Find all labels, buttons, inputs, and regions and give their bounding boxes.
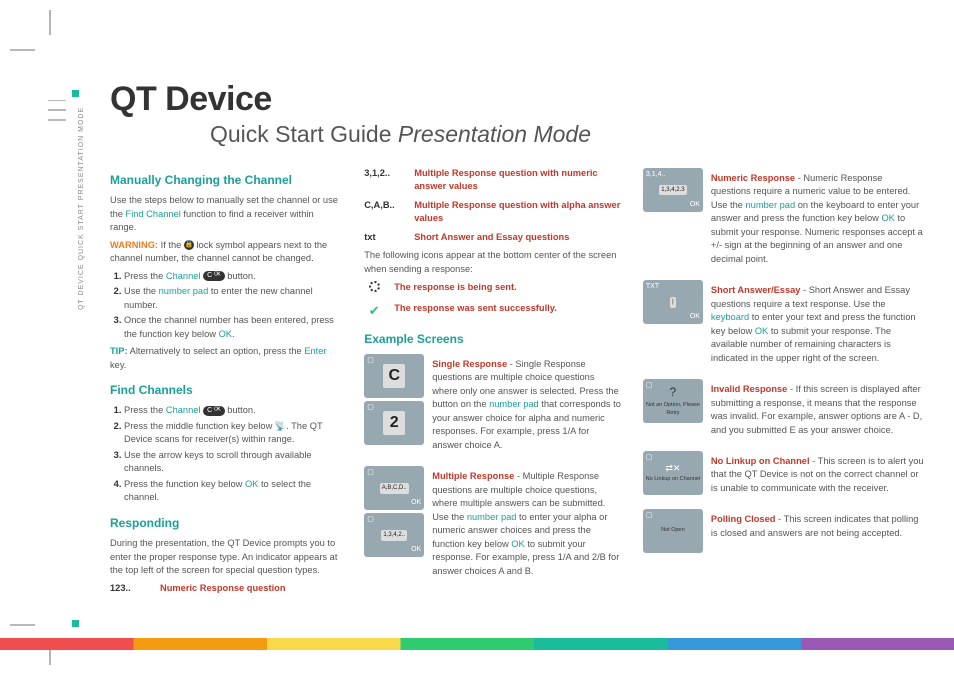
tip-text: TIP: Alternatively to select an option, … xyxy=(110,345,342,372)
crop-tick xyxy=(48,100,68,128)
thumb-closed: ▢ Not Open xyxy=(643,509,703,553)
example-nolinkup: ▢ ⇄✕ No Linkup on Channel No Linkup on C… xyxy=(643,451,924,499)
legend-multi-alpha: C,A,B.. Multiple Response question with … xyxy=(364,199,621,226)
page-content: QT Device Quick Start Guide Presentation… xyxy=(110,80,924,625)
channel-button-icon: C ᴼᴷ xyxy=(203,271,225,281)
icon-sending: The response is being sent. xyxy=(364,281,621,296)
subtitle-plain: Quick Start Guide xyxy=(210,121,398,147)
responding-text: During the presentation, the QT Device p… xyxy=(110,537,342,577)
thumb-invalid: ▢ ? Not an Option, Please Retry xyxy=(643,379,703,423)
subtitle-em: Presentation Mode xyxy=(398,121,591,147)
rainbow-footer xyxy=(0,638,954,650)
find-steps: Press the Channel C ᴼᴷ button. Press the… xyxy=(110,404,342,504)
channel-button-icon: C ᴼᴷ xyxy=(203,406,225,416)
example-single-response: ▢C ▢2 Single Response - Single Response … xyxy=(364,354,621,456)
heading-find-channels: Find Channels xyxy=(110,382,342,399)
antenna-icon: 📡 xyxy=(275,420,286,433)
heading-responding: Responding xyxy=(110,515,342,532)
example-polling-closed: ▢ Not Open Polling Closed - This screen … xyxy=(643,509,924,553)
legend-short-answer: txt Short Answer and Essay questions xyxy=(364,231,621,244)
thumb-nolinkup: ▢ ⇄✕ No Linkup on Channel xyxy=(643,451,703,495)
column-2: 3,1,2.. Multiple Response question with … xyxy=(364,162,621,601)
side-label: QT DEVICE QUICK START PRESENTATION MODE xyxy=(78,107,85,310)
icons-intro: The following icons appear at the bottom… xyxy=(364,249,621,276)
icon-sent: ✔ The response was sent successfully. xyxy=(364,302,621,321)
thumb-single-2: ▢2 xyxy=(364,401,424,445)
page-subtitle: Quick Start Guide Presentation Mode xyxy=(210,121,924,148)
legend-numeric: 123.. Numeric Response question xyxy=(110,582,342,595)
legend-multi-num: 3,1,2.. Multiple Response question with … xyxy=(364,167,621,194)
heading-manual-channel: Manually Changing the Channel xyxy=(110,172,342,189)
check-icon: ✔ xyxy=(364,302,384,321)
manual-intro: Use the steps below to manually set the … xyxy=(110,194,342,234)
thumb-numeric: 3,1,4.. 1,3,4,2.3 OK xyxy=(643,168,703,212)
example-short-answer: TXT | OK Short Answer/Essay - Short Answ… xyxy=(643,280,924,369)
example-numeric: 3,1,4.. 1,3,4,2.3 OK Numeric Response - … xyxy=(643,168,924,270)
page-title: QT Device xyxy=(110,80,924,119)
heading-example-screens: Example Screens xyxy=(364,331,621,348)
warning-text: WARNING: If the 🔒 lock symbol appears ne… xyxy=(110,239,342,266)
thumb-multi-num: ▢1,3,4,2..OK xyxy=(364,513,424,557)
column-3: 3,1,4.. 1,3,4,2.3 OK Numeric Response - … xyxy=(643,162,924,601)
lock-icon: 🔒 xyxy=(184,240,194,250)
manual-steps: Press the Channel C ᴼᴷ button. Use the n… xyxy=(110,270,342,341)
example-invalid: ▢ ? Not an Option, Please Retry Invalid … xyxy=(643,379,924,441)
thumb-shortanswer: TXT | OK xyxy=(643,280,703,324)
column-1: Manually Changing the Channel Use the st… xyxy=(110,162,342,601)
thumb-single-c: ▢C xyxy=(364,354,424,398)
example-multiple-response: ▢A,B,C,D..OK ▢1,3,4,2..OK Multiple Respo… xyxy=(364,466,621,582)
thumb-multi-alpha: ▢A,B,C,D..OK xyxy=(364,466,424,510)
spinner-icon xyxy=(369,281,380,292)
